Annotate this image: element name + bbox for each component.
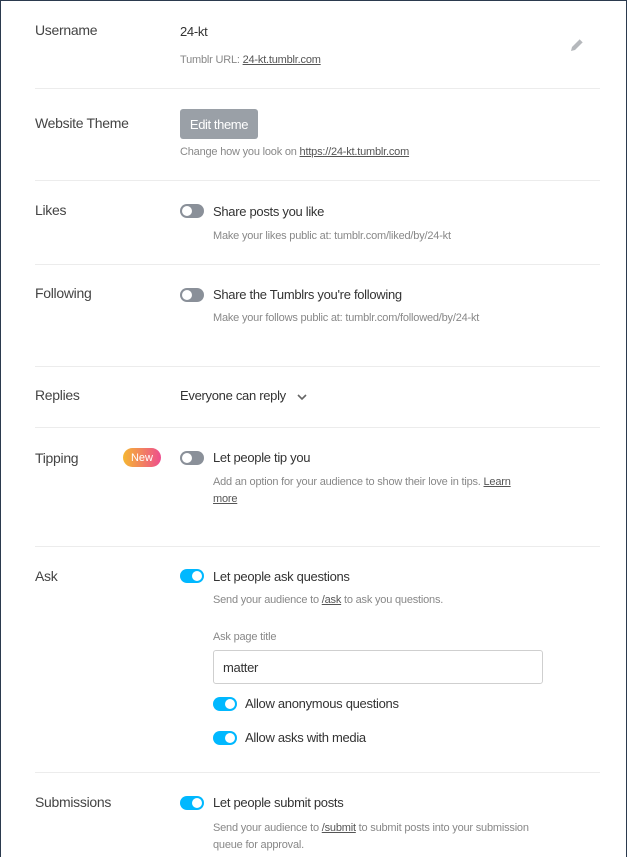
website-theme-label: Website Theme xyxy=(35,115,129,131)
following-toggle-label: Share the Tumblrs you're following xyxy=(213,287,402,302)
anonymous-questions-label: Allow anonymous questions xyxy=(245,696,399,711)
username-value: 24-kt xyxy=(180,24,208,39)
asks-with-media-label: Allow asks with media xyxy=(245,730,366,745)
following-help: Make your follows public at: tumblr.com/… xyxy=(213,312,480,324)
replies-label: Replies xyxy=(35,387,80,403)
replies-dropdown[interactable]: Everyone can reply xyxy=(180,388,308,403)
tumblr-url-link[interactable]: 24-kt.tumblr.com xyxy=(243,54,321,66)
divider xyxy=(35,772,600,773)
ask-link[interactable]: /ask xyxy=(322,594,342,606)
submissions-toggle-label: Let people submit posts xyxy=(213,795,344,810)
anonymous-questions-toggle[interactable] xyxy=(213,697,237,711)
theme-help-text: Change how you look on xyxy=(180,146,297,158)
divider xyxy=(35,366,600,367)
ask-label: Ask xyxy=(35,568,58,584)
submit-link[interactable]: /submit xyxy=(322,822,356,834)
username-label: Username xyxy=(35,22,98,38)
tumblr-url-row: Tumblr URL: 24-kt.tumblr.com xyxy=(180,54,321,66)
submissions-toggle[interactable] xyxy=(180,796,204,810)
chevron-down-icon xyxy=(296,390,308,402)
ask-page-title-label: Ask page title xyxy=(213,631,277,643)
replies-value: Everyone can reply xyxy=(180,388,286,403)
edit-theme-button[interactable]: Edit theme xyxy=(180,109,258,139)
likes-help: Make your likes public at: tumblr.com/li… xyxy=(213,230,451,242)
divider xyxy=(35,264,600,265)
tipping-toggle[interactable] xyxy=(180,451,204,465)
submissions-help-prefix: Send your audience to xyxy=(213,822,319,834)
theme-url-link[interactable]: https://24-kt.tumblr.com xyxy=(300,146,410,158)
divider xyxy=(35,88,600,89)
theme-help: Change how you look on https://24-kt.tum… xyxy=(180,146,409,158)
tipping-label: Tipping xyxy=(35,450,79,466)
divider xyxy=(35,427,600,428)
divider xyxy=(35,180,600,181)
new-badge: New xyxy=(123,448,161,467)
likes-label: Likes xyxy=(35,202,67,218)
tipping-help: Add an option for your audience to show … xyxy=(213,474,523,508)
ask-page-title-input[interactable]: matter xyxy=(213,650,543,684)
submissions-label: Submissions xyxy=(35,794,112,810)
divider xyxy=(35,546,600,547)
likes-toggle[interactable] xyxy=(180,204,204,218)
following-toggle[interactable] xyxy=(180,288,204,302)
following-label: Following xyxy=(35,285,92,301)
ask-toggle[interactable] xyxy=(180,569,204,583)
likes-toggle-label: Share posts you like xyxy=(213,204,325,219)
tipping-toggle-label: Let people tip you xyxy=(213,450,311,465)
submissions-help: Send your audience to /submit to submit … xyxy=(213,820,553,854)
ask-help-suffix: to ask you questions. xyxy=(343,594,444,606)
ask-help-prefix: Send your audience to xyxy=(213,594,319,606)
ask-toggle-label: Let people ask questions xyxy=(213,569,350,584)
tipping-help-text: Add an option for your audience to show … xyxy=(213,476,481,488)
pencil-icon[interactable] xyxy=(568,36,586,54)
tumblr-url-prefix: Tumblr URL: xyxy=(180,54,240,66)
ask-help: Send your audience to /ask to ask you qu… xyxy=(213,594,443,606)
asks-with-media-toggle[interactable] xyxy=(213,731,237,745)
